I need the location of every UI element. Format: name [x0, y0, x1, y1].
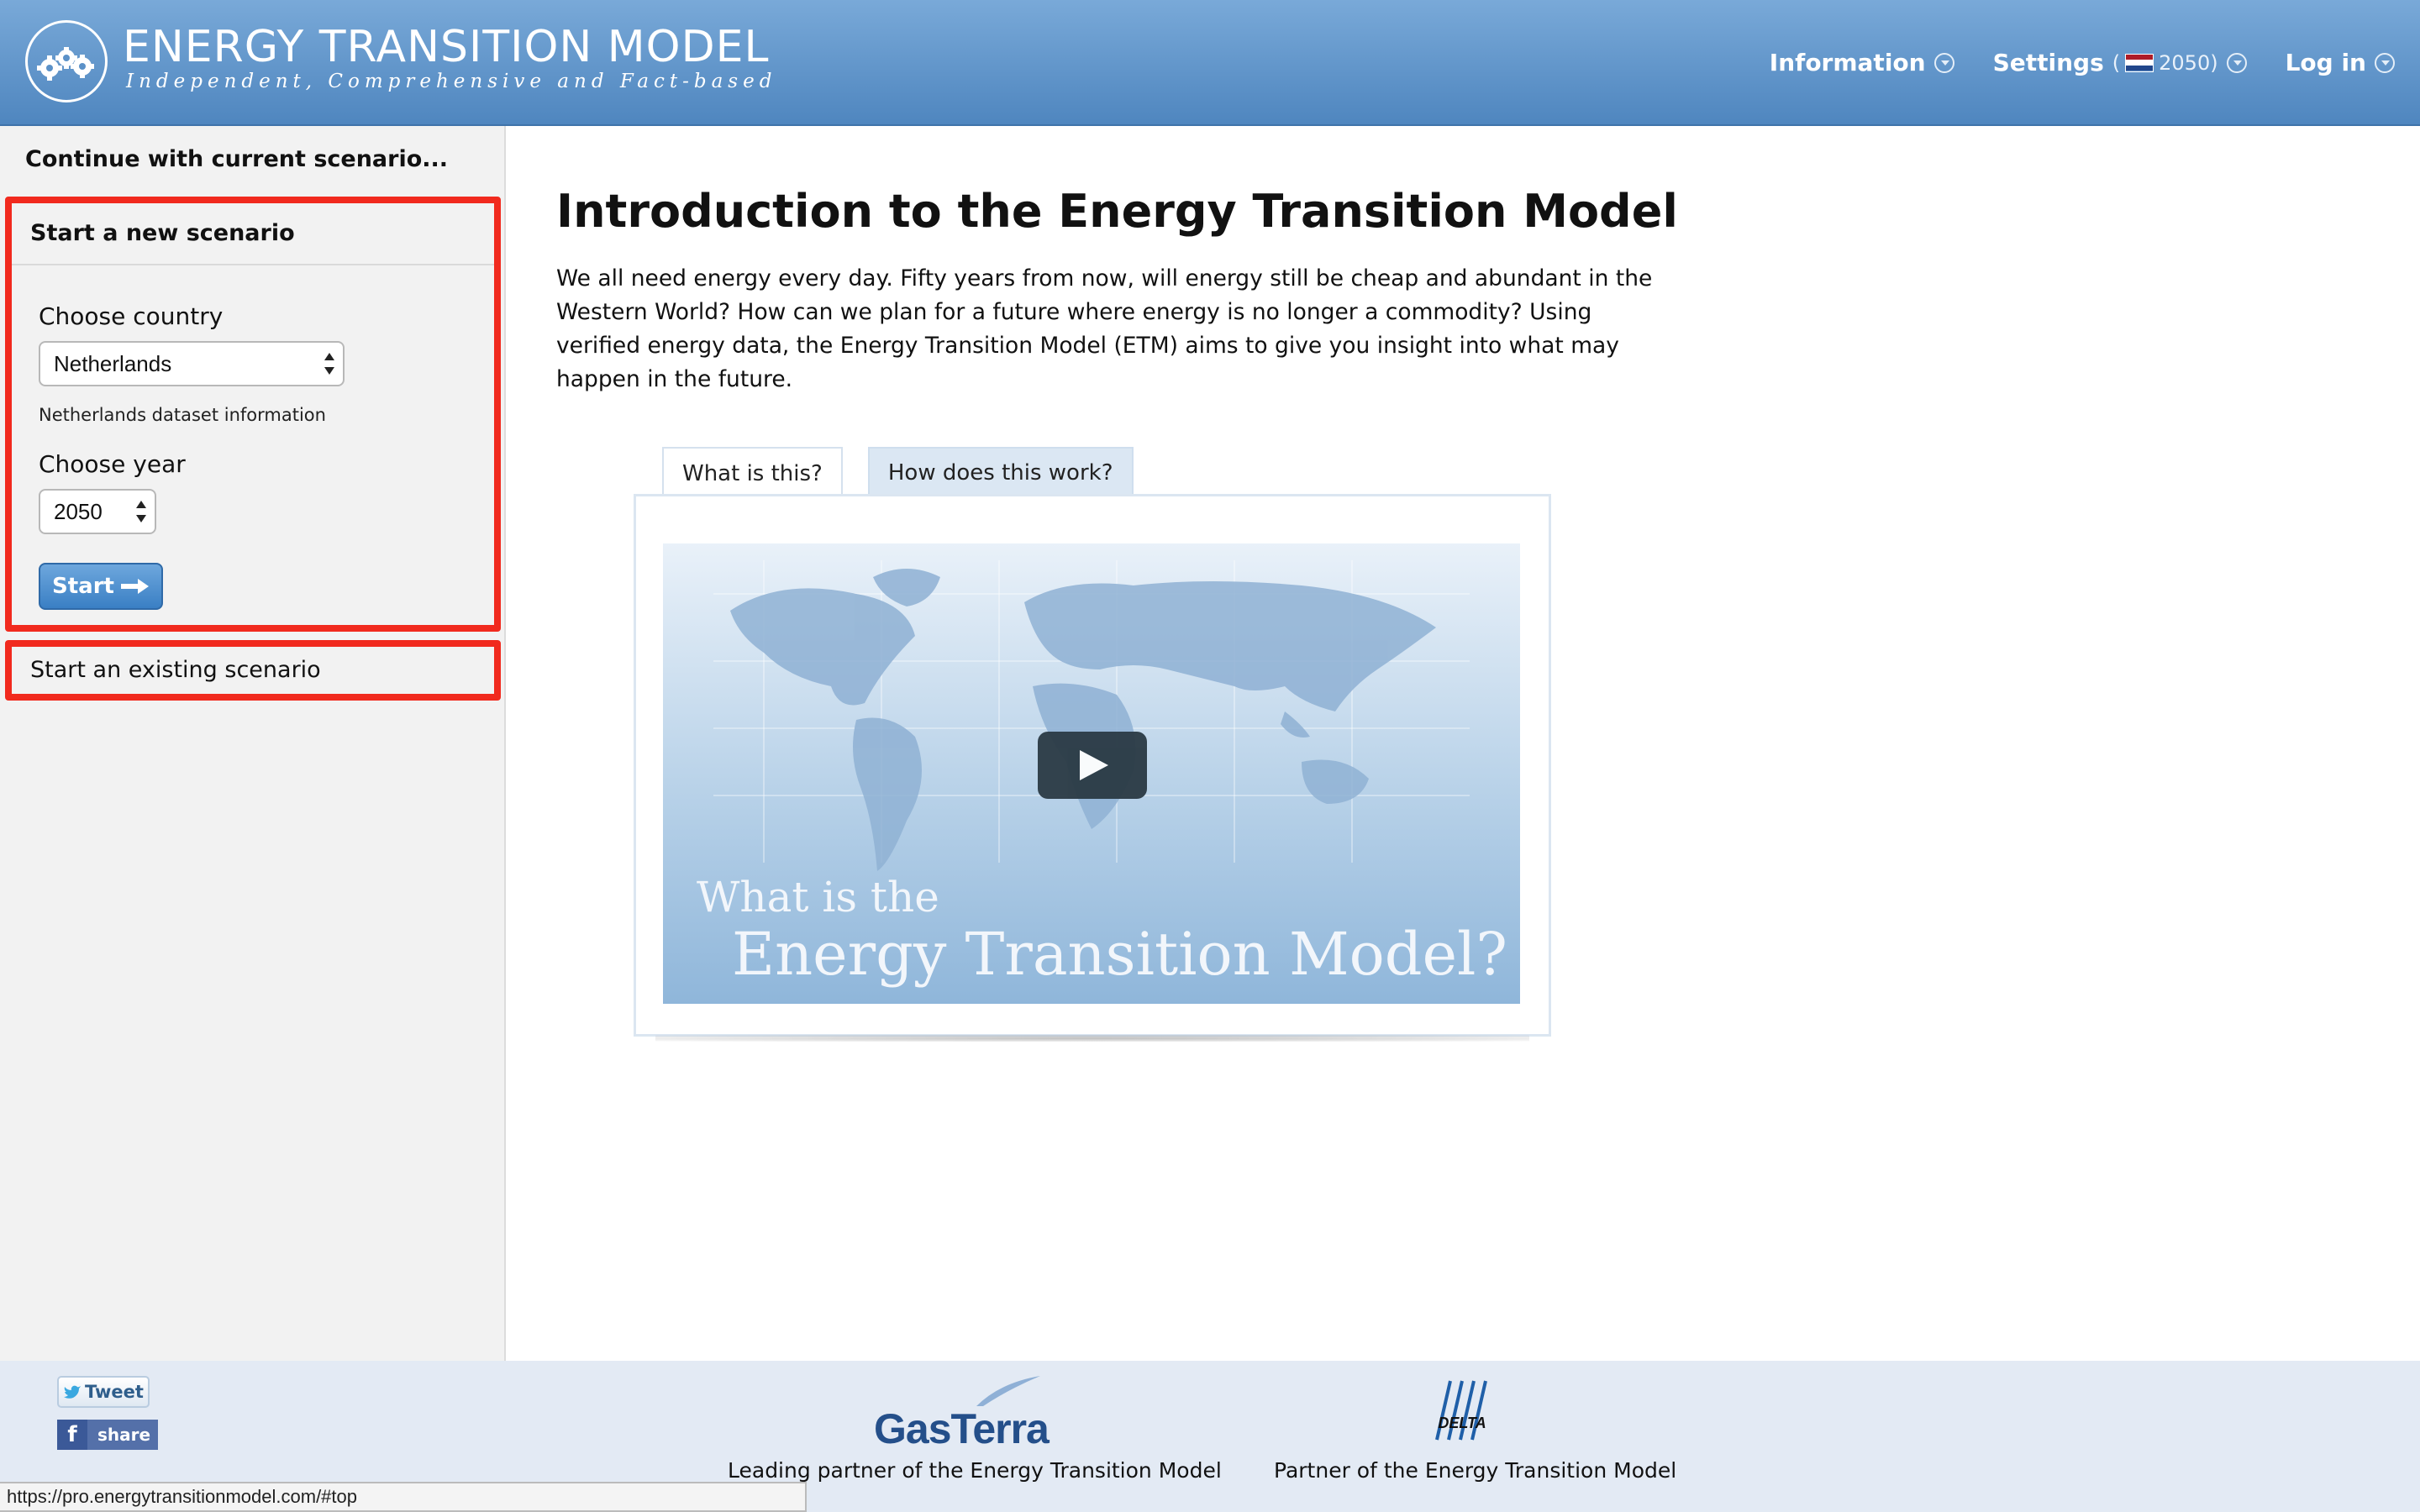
intro-paragraph: We all need energy every day. Fifty year…: [556, 265, 1653, 392]
partner2-caption: Partner of the Energy Transition Model: [1274, 1458, 1677, 1483]
tweet-button[interactable]: Tweet: [57, 1376, 150, 1408]
country-select[interactable]: Netherlands: [39, 341, 345, 386]
year-select[interactable]: 2050: [39, 489, 156, 534]
netherlands-flag-icon: [2125, 53, 2154, 72]
divider: [12, 264, 494, 265]
nav-settings[interactable]: Settings ( 2050): [1993, 49, 2247, 76]
start-button[interactable]: Start: [39, 563, 163, 610]
nav-information[interactable]: Information: [1770, 49, 1954, 76]
settings-year: 2050: [2159, 50, 2211, 75]
delta-logo-text: DELTA: [1438, 1415, 1486, 1431]
facebook-icon: f: [57, 1420, 87, 1450]
year-select-value: 2050: [54, 498, 103, 524]
settings-scenario-info: ( 2050): [2112, 50, 2218, 75]
country-select-value: Netherlands: [54, 350, 172, 376]
facebook-share-button[interactable]: f share: [57, 1420, 158, 1450]
gasterra-swoosh-icon: [976, 1376, 1040, 1406]
nav-login[interactable]: Log in: [2286, 49, 2395, 76]
video-title-line1: What is the: [697, 873, 939, 921]
gears-icon[interactable]: [25, 20, 108, 102]
site-tagline: Independent, Comprehensive and Fact-base…: [126, 71, 777, 92]
nav-settings-label: Settings: [1992, 49, 2104, 76]
share-label: share: [97, 1425, 151, 1445]
new-scenario-title[interactable]: Start a new scenario: [30, 220, 295, 246]
new-scenario-panel: Start a new scenario Choose country Neth…: [5, 197, 501, 632]
tab-how-does-this-work[interactable]: How does this work?: [867, 447, 1134, 497]
site-title[interactable]: ENERGY TRANSITION MODEL: [123, 25, 769, 69]
sidebar: Continue with current scenario... Start …: [0, 126, 506, 1361]
country-label: Choose country: [39, 302, 224, 330]
partner1-caption: Leading partner of the Energy Transition…: [728, 1458, 1222, 1483]
twitter-icon: [64, 1385, 82, 1399]
continue-scenario-link[interactable]: Continue with current scenario...: [0, 146, 504, 172]
delta-logo[interactable]: DELTA: [1428, 1378, 1496, 1441]
dataset-info-link[interactable]: Netherlands dataset information: [39, 405, 326, 425]
tab-what-is-this[interactable]: What is this?: [662, 447, 843, 499]
gasterra-logo[interactable]: GasTerra: [874, 1404, 1050, 1453]
nav-login-label: Log in: [2285, 49, 2366, 76]
select-arrows-icon: [136, 501, 146, 522]
top-nav: Information Settings ( 2050) Log in: [1731, 49, 2395, 76]
existing-scenario-label: Start an existing scenario: [30, 657, 321, 683]
chevron-down-icon: [2226, 52, 2247, 73]
play-icon[interactable]: [1038, 732, 1147, 799]
panel-shadow: [655, 1035, 1529, 1042]
tweet-label: Tweet: [85, 1382, 144, 1402]
video-panel: What is the Energy Transition Model?: [634, 494, 1551, 1037]
top-header: ENERGY TRANSITION MODEL Independent, Com…: [0, 0, 2420, 126]
chevron-down-icon: [2375, 52, 2395, 73]
select-arrows-icon: [324, 353, 334, 375]
year-label: Choose year: [39, 450, 186, 478]
intro-video[interactable]: What is the Energy Transition Model?: [663, 543, 1520, 1004]
arrow-right-icon: [120, 579, 149, 594]
start-button-label: Start: [52, 574, 114, 599]
chevron-down-icon: [1933, 52, 1954, 73]
existing-scenario-panel[interactable]: Start an existing scenario: [5, 640, 501, 701]
video-tabs: What is this? How does this work?: [662, 447, 1159, 499]
page-title: Introduction to the Energy Transition Mo…: [556, 185, 1678, 238]
video-title-line2: Energy Transition Model?: [732, 920, 1507, 989]
browser-status-bar: https://pro.energytransitionmodel.com/#t…: [0, 1482, 807, 1512]
nav-information-label: Information: [1769, 49, 1926, 76]
